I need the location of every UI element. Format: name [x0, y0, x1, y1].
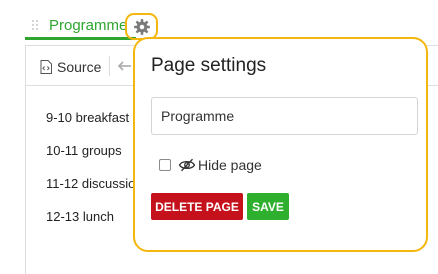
undo-icon[interactable]	[118, 60, 132, 72]
save-button[interactable]: SAVE	[247, 193, 289, 220]
page-name-input[interactable]	[151, 97, 418, 135]
hide-page-option[interactable]: Hide page	[159, 156, 262, 174]
code-file-icon	[40, 60, 52, 74]
toolbar-divider	[109, 56, 110, 76]
gear-icon[interactable]	[133, 18, 151, 36]
popover-title: Page settings	[151, 55, 267, 76]
source-button[interactable]: Source	[40, 58, 101, 76]
content-line: 9-10 breakfast	[46, 110, 130, 125]
active-tab-indicator	[25, 37, 136, 40]
content-line: 10-11 groups	[46, 143, 122, 158]
page-settings-popover: Page settings Hide page DELETE PAGE SAVE	[133, 37, 428, 252]
hide-page-checkbox[interactable]	[159, 159, 171, 171]
eye-off-icon	[178, 158, 196, 172]
hide-page-label: Hide page	[198, 157, 262, 173]
delete-page-button[interactable]: DELETE PAGE	[151, 193, 243, 220]
tab-bar: Programme	[0, 0, 438, 40]
tab-programme[interactable]: Programme	[49, 17, 127, 34]
content-line: 11-12 discussio	[46, 176, 136, 191]
content-line: 12-13 lunch	[46, 209, 114, 224]
drag-handle-icon[interactable]	[32, 20, 40, 32]
source-label: Source	[57, 59, 102, 75]
